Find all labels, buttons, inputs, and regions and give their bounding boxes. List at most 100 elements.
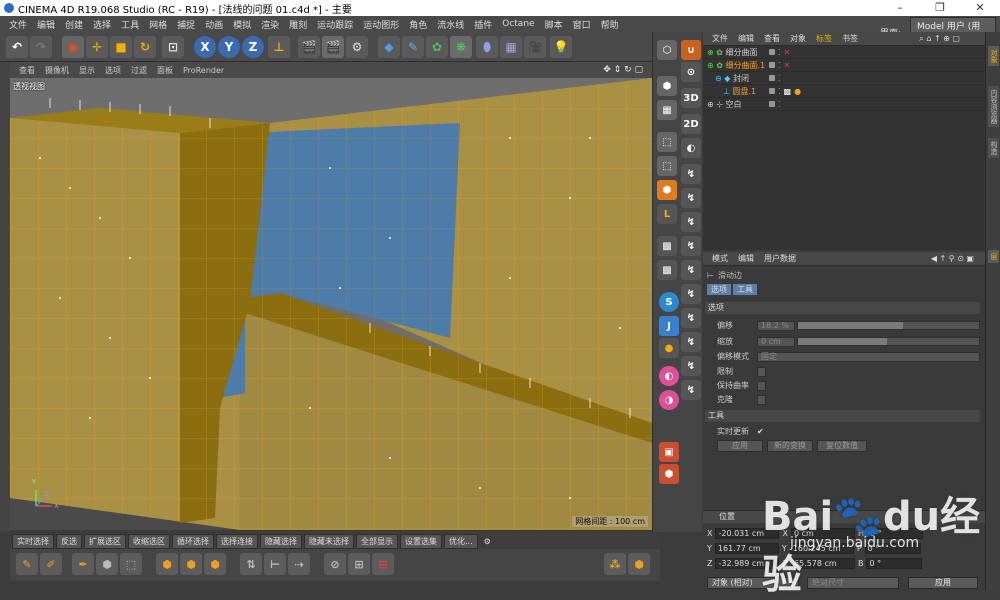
om-tab-view[interactable]: 查看 (759, 33, 785, 44)
bevel-tool-icon[interactable]: ⬢ (204, 553, 226, 575)
viewport-menu-prorender[interactable]: ProRender (178, 66, 229, 75)
live-select-icon[interactable]: ◉ (62, 36, 84, 58)
tab-live-select[interactable]: 实时选择 (12, 533, 54, 549)
render-picture-viewer-icon[interactable]: 🎬 (322, 36, 344, 58)
tab-invert[interactable]: 反选 (56, 533, 82, 549)
pen-tool-icon[interactable]: ✒ (72, 553, 94, 575)
visible-icon[interactable]: ⁚ (778, 87, 781, 96)
visible-icon[interactable]: ⁚ (778, 61, 781, 70)
menu-sculpt[interactable]: 雕刻 (284, 18, 312, 31)
object-row-null[interactable]: ⊕ ⊹ 空白 ⁚ (703, 98, 985, 111)
viewport-nav-icons[interactable]: ✥ ⇕ ↻ ▢ (598, 65, 648, 75)
viewport-menu-display[interactable]: 显示 (74, 65, 100, 76)
redo-icon[interactable]: ↷ (30, 36, 52, 58)
undo-icon[interactable]: ↶ (6, 36, 28, 58)
tab-menu-icon[interactable]: ⚙ (480, 536, 495, 547)
optimize-icon[interactable]: ⁂ (604, 553, 626, 575)
scale-slider[interactable] (797, 337, 980, 346)
side-tab-layers[interactable]: 层 (988, 250, 999, 263)
smooth-icon[interactable]: ↯ (681, 356, 701, 376)
menu-animate[interactable]: 动画 (200, 18, 228, 31)
render-settings-icon[interactable]: ⚙ (346, 36, 368, 58)
y-axis-lock-icon[interactable]: Y (218, 36, 240, 58)
tab-connected[interactable]: 选择连接 (216, 533, 258, 549)
object-row-subdiv[interactable]: ⊕ ✿ 细分曲面 ⁚ ✕ (703, 46, 985, 59)
solo-icon[interactable]: 3D (681, 88, 701, 108)
om-tab-edit[interactable]: 编辑 (733, 33, 759, 44)
viewport-menu-panel[interactable]: 面板 (152, 65, 178, 76)
axis-xyz-icon[interactable]: ● (659, 338, 679, 358)
paint-icon[interactable]: ◐ (659, 366, 679, 386)
knife-icon[interactable]: ↯ (681, 188, 701, 208)
menu-help[interactable]: 帮助 (596, 18, 624, 31)
cube-object-icon[interactable]: ◆ (378, 36, 400, 58)
realtime-checkbox[interactable]: ✔ (757, 427, 764, 436)
enabled-x-icon[interactable]: ✕ (784, 61, 791, 70)
array-icon[interactable]: ❋ (450, 36, 472, 58)
slide-tool-icon[interactable]: ⊢ (264, 553, 286, 575)
brush-tool-icon[interactable]: ✎ (16, 553, 38, 575)
menu-mograph[interactable]: 运动图形 (358, 18, 404, 31)
close-button[interactable]: ✕ (960, 0, 1000, 16)
sculpt-icon[interactable]: ◑ (659, 390, 679, 410)
snap-icon[interactable]: ∪ (681, 40, 701, 60)
minimize-button[interactable]: – (880, 0, 920, 16)
menu-script[interactable]: 脚本 (540, 18, 568, 31)
camera-icon[interactable]: 🎥 (524, 36, 546, 58)
apply-button[interactable]: 应用 (717, 440, 763, 452)
more-tools-icon[interactable]: ⬢ (628, 553, 650, 575)
make-editable-icon[interactable]: ⬡ (657, 40, 677, 60)
subtab-tool[interactable]: 工具 (733, 284, 757, 295)
stitch-icon[interactable]: ↯ (681, 332, 701, 352)
extrude-icon[interactable]: ↯ (681, 212, 701, 232)
menu-plugins[interactable]: 插件 (469, 18, 497, 31)
render-view-icon[interactable]: 🎬 (298, 36, 320, 58)
tab-shrink[interactable]: 收缩选区 (128, 533, 170, 549)
object-row-disc-1[interactable]: ⊥ 圆盘.1 ⁚ ▩ ● (703, 85, 985, 98)
menu-simulate[interactable]: 模拟 (228, 18, 256, 31)
reset-values-button[interactable]: 复位数值 (817, 440, 867, 452)
edge-cut-icon[interactable]: ⬚ (120, 553, 142, 575)
split-icon[interactable]: ⊞ (348, 553, 370, 575)
am-tab-edit[interactable]: 编辑 (733, 253, 759, 264)
viewport-menu-cameras[interactable]: 摄像机 (40, 65, 74, 76)
om-tab-tags[interactable]: 标签 (811, 33, 837, 44)
enable-axis-icon[interactable]: L (657, 204, 677, 224)
fill-icon[interactable]: ⬢ (659, 464, 679, 484)
limit-checkbox[interactable] (757, 366, 766, 377)
point-mode-icon[interactable]: ⬚ (657, 132, 677, 152)
viewport-menu-options[interactable]: 选项 (100, 65, 126, 76)
locked-workplane-icon[interactable]: ▩ (657, 260, 677, 280)
checker-tag-icon[interactable]: ▩ (784, 87, 792, 96)
clone-checkbox[interactable] (757, 394, 766, 405)
bevel-icon[interactable]: ↯ (681, 236, 701, 256)
brush-icon[interactable]: ▣ (659, 442, 679, 462)
om-tab-bookmarks[interactable]: 书签 (837, 33, 863, 44)
am-tab-userdata[interactable]: 用户数据 (759, 253, 801, 264)
polygon-mode-icon[interactable]: ⬢ (657, 180, 677, 200)
mirror-icon[interactable]: ⊟ (372, 553, 394, 575)
light-icon[interactable]: 💡 (550, 36, 572, 58)
dissolve-icon[interactable]: ⊘ (324, 553, 346, 575)
model-mode-icon[interactable]: ⬢ (657, 76, 677, 96)
slide-icon[interactable]: ↯ (681, 284, 701, 304)
menu-mesh[interactable]: 网格 (144, 18, 172, 31)
enabled-x-icon[interactable]: ✕ (784, 48, 791, 57)
iron-icon[interactable]: ↯ (681, 380, 701, 400)
menu-file[interactable]: 文件 (4, 18, 32, 31)
menu-window[interactable]: 窗口 (568, 18, 596, 31)
scale-icon[interactable]: ■ (110, 36, 132, 58)
snap-s-icon[interactable]: S (659, 292, 679, 312)
texture-mode-icon[interactable]: ▦ (657, 100, 677, 120)
polygon-extrude-icon[interactable]: ⬢ (156, 553, 178, 575)
loop-cut-icon[interactable]: ↯ (681, 260, 701, 280)
side-tab-objects[interactable]: 对象 (988, 46, 999, 66)
tab-grow[interactable]: 扩展选区 (84, 533, 126, 549)
menu-octane[interactable]: Octane (497, 19, 539, 29)
menu-render[interactable]: 渲染 (256, 18, 284, 31)
object-row-subdiv-1[interactable]: ⊕ ✿ 细分曲面.1 ⁚ ✕ (703, 59, 985, 72)
side-tab-structure[interactable]: 构造 (988, 138, 999, 158)
perspective-viewport[interactable]: 透视视图 网格间距 : 100 cm Y X Z (10, 78, 652, 530)
offset-field[interactable]: 18.2 % (757, 320, 795, 331)
phong-tag-icon[interactable]: ● (794, 87, 801, 96)
